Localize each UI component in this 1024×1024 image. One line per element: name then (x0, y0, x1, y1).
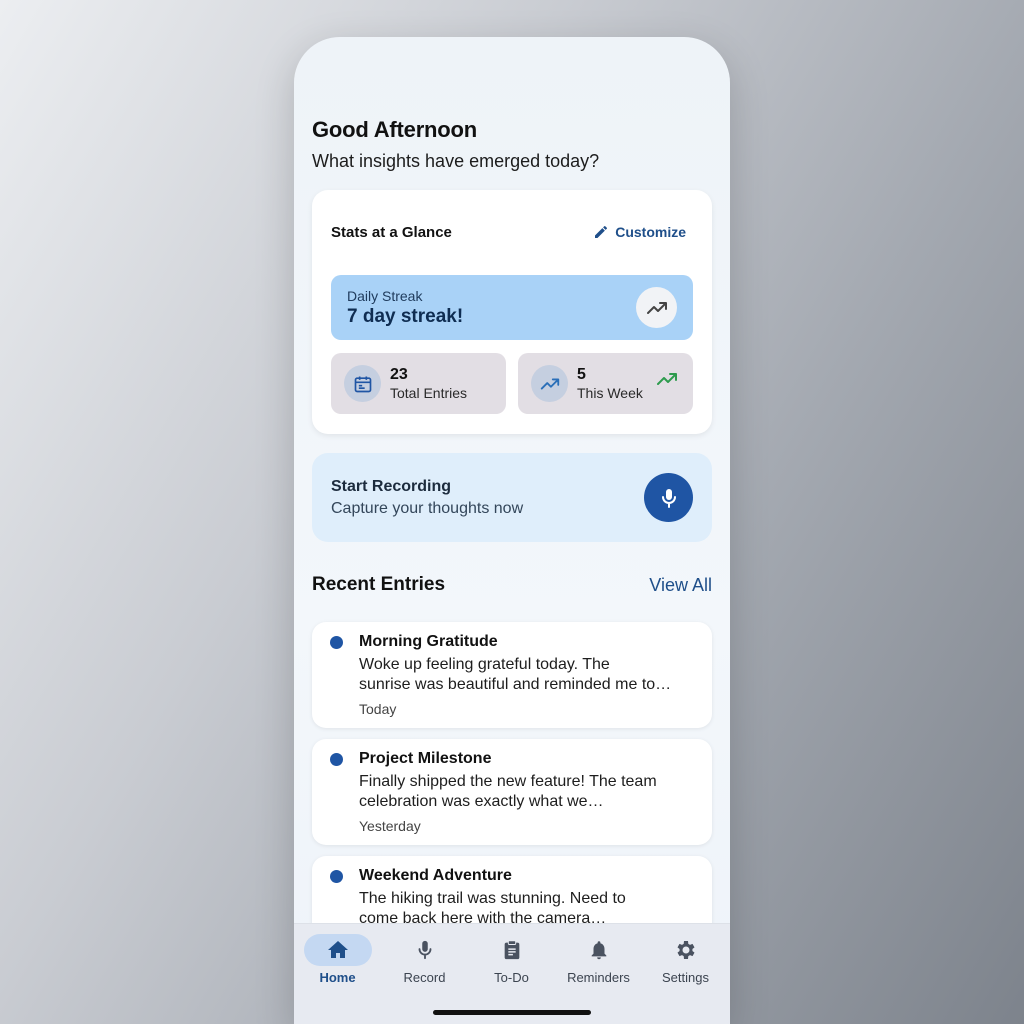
entry-preview: Finally shipped the new feature! The tea… (359, 772, 699, 812)
entry-dot (330, 753, 343, 766)
tab-reminders[interactable]: Reminders (555, 924, 642, 994)
this-week-card[interactable]: 5 This Week (518, 353, 693, 414)
customize-button[interactable]: Customize (593, 224, 686, 240)
entry-dot (330, 870, 343, 883)
tab-record[interactable]: Record (381, 924, 468, 994)
entry-dot (330, 636, 343, 649)
bell-icon (565, 934, 633, 966)
tab-todo[interactable]: To-Do (468, 924, 555, 994)
stats-title: Stats at a Glance (331, 224, 452, 241)
tab-label: To-Do (494, 970, 529, 985)
tab-label: Home (319, 970, 356, 985)
this-week-number: 5 (577, 366, 586, 383)
stats-card: Stats at a Glance Customize Daily Streak… (312, 190, 712, 434)
total-entries-label: Total Entries (390, 385, 468, 401)
this-week-label: This Week (577, 385, 643, 401)
mic-icon (391, 934, 459, 966)
home-icon (303, 934, 372, 966)
bottom-tab-bar: Home Record To-Do Reminders Settings (294, 923, 730, 1024)
entry-preview-line: The hiking trail was stunning. Need to (359, 890, 626, 907)
phone-screen: Good Afternoon What insights have emerge… (294, 37, 730, 1024)
mic-icon (661, 488, 676, 508)
entry-title: Weekend Adventure (359, 867, 512, 884)
tab-label: Reminders (567, 970, 630, 985)
entry-card[interactable]: Morning Gratitude Woke up feeling gratef… (312, 622, 712, 728)
record-mic-button[interactable] (644, 473, 693, 522)
entry-preview-line: Finally shipped the new feature! The tea… (359, 773, 657, 790)
clipboard-icon (478, 934, 546, 966)
recent-entries-heading: Recent Entries (312, 574, 446, 595)
record-title: Start Recording (331, 478, 452, 495)
trending-up-icon (636, 287, 677, 328)
gear-icon (652, 934, 720, 966)
streak-label: Daily Streak (347, 288, 423, 304)
tab-home[interactable]: Home (294, 924, 381, 994)
total-entries-number: 23 (390, 366, 408, 383)
greeting: Good Afternoon What insights have emerge… (312, 117, 599, 172)
entry-date: Yesterday (359, 818, 421, 834)
entry-card[interactable]: Project Milestone Finally shipped the ne… (312, 739, 712, 845)
entry-preview-line: Woke up feeling grateful today. The (359, 656, 610, 673)
entry-preview-line: sunrise was beautiful and reminded me to… (359, 676, 672, 693)
greeting-subtitle: What insights have emerged today? (312, 151, 600, 171)
greeting-title: Good Afternoon (312, 117, 478, 142)
home-indicator[interactable] (433, 1010, 591, 1015)
entry-title: Project Milestone (359, 750, 492, 767)
trend-up-green-icon (655, 367, 679, 396)
customize-label: Customize (615, 224, 686, 240)
pencil-icon (595, 225, 608, 238)
total-entries-card[interactable]: 23 Total Entries (331, 353, 506, 414)
tab-settings[interactable]: Settings (642, 924, 729, 994)
entry-preview: Woke up feeling grateful today. The sunr… (359, 655, 699, 695)
daily-streak-card[interactable]: Daily Streak 7 day streak! (331, 275, 693, 340)
trending-up-icon (531, 365, 568, 402)
tab-label: Settings (662, 970, 709, 985)
calendar-icon (344, 365, 381, 402)
start-recording-card[interactable]: Start Recording Capture your thoughts no… (312, 453, 712, 542)
record-subtitle: Capture your thoughts now (331, 500, 524, 517)
entry-title: Morning Gratitude (359, 633, 498, 650)
streak-value: 7 day streak! (347, 306, 464, 327)
tab-label: Record (403, 970, 446, 985)
view-all-link[interactable]: View All (649, 575, 712, 596)
entry-date: Today (359, 701, 397, 717)
entry-preview-line: celebration was exactly what we… (359, 793, 604, 810)
